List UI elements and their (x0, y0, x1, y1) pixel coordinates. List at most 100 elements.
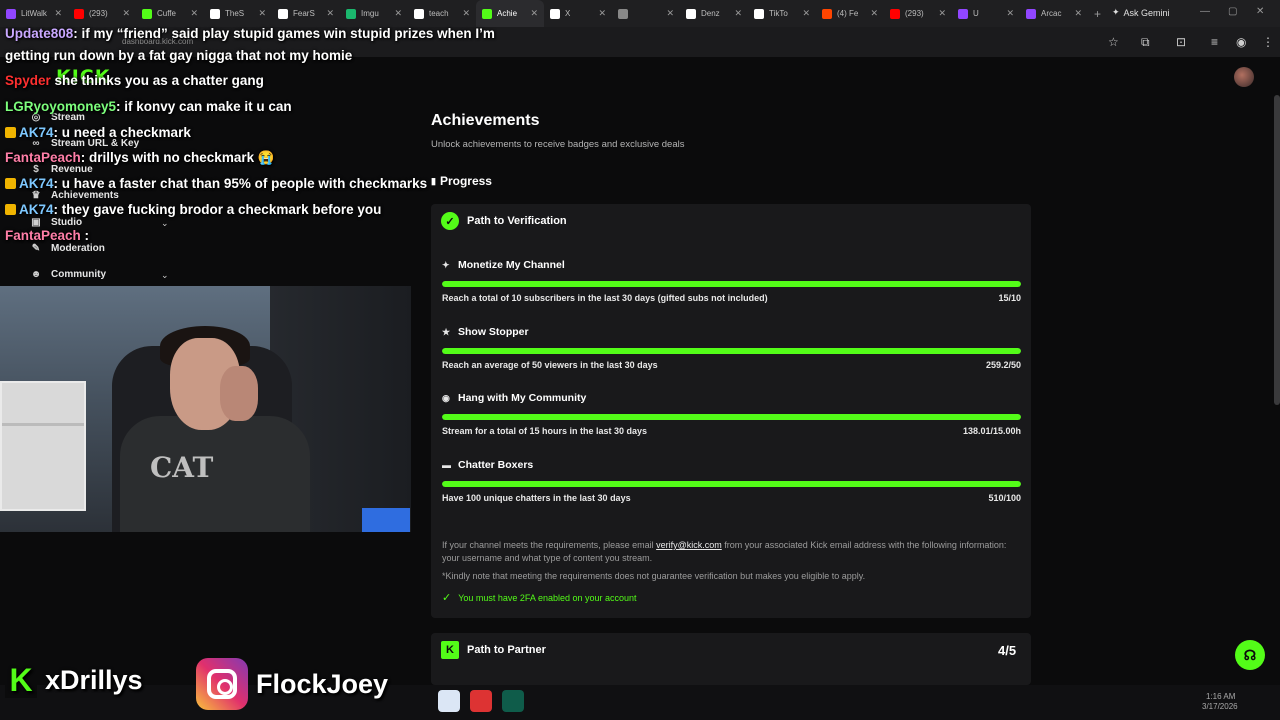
page-scrollbar[interactable] (1274, 95, 1280, 405)
chat-text: : if my “friend” said play stupid games … (73, 26, 495, 41)
browser-menu-icon[interactable]: ⋮ (1262, 35, 1274, 49)
page-subtitle: Unlock achievements to receive badges an… (431, 139, 685, 150)
close-tab-icon[interactable]: ✕ (190, 8, 198, 19)
tab-favicon-icon (74, 8, 84, 19)
close-tab-icon[interactable]: ✕ (122, 8, 130, 19)
browser-tab[interactable]: (293) ✕ (884, 0, 952, 27)
media-icon[interactable]: ≡ (1211, 35, 1218, 49)
obs-app-icon[interactable] (470, 690, 492, 712)
close-tab-icon[interactable]: ✕ (530, 8, 538, 19)
page-title: Achievements (431, 112, 540, 129)
sidebar-item-moderation[interactable]: ✎ Moderation (30, 243, 105, 254)
verification-header[interactable]: ✓ Path to Verification (441, 212, 567, 230)
browser-tab[interactable]: TheS ✕ (204, 0, 272, 27)
browser-tab[interactable]: Achie ✕ (476, 0, 544, 27)
kick-k-icon: K (5, 662, 37, 698)
browser-tab[interactable]: (293) ✕ (68, 0, 136, 27)
browser-tab[interactable]: U ✕ (952, 0, 1020, 27)
verification-instructions: If your channel meets the requirements, … (442, 539, 1022, 565)
tab-favicon-icon (890, 8, 900, 19)
close-tab-icon[interactable]: ✕ (1074, 8, 1082, 19)
minimize-button[interactable]: — (1200, 6, 1210, 17)
partner-header[interactable]: K Path to Partner (441, 641, 546, 659)
browser-tab[interactable]: TikTo ✕ (748, 0, 816, 27)
terminal-app-icon[interactable] (502, 690, 524, 712)
chevron-down-icon[interactable]: ⌄ (161, 270, 169, 281)
chat-message: AK74: u have a faster chat than 95% of p… (5, 176, 427, 191)
chat-username: FantaPeach (5, 150, 81, 165)
chrome-app-icon[interactable] (438, 690, 460, 712)
browser-tab[interactable]: Arcac ✕ (1020, 0, 1088, 27)
browser-tab[interactable]: teach ✕ (408, 0, 476, 27)
blue-object (362, 508, 410, 532)
browser-tab[interactable]: Denz ✕ (680, 0, 748, 27)
close-tab-icon[interactable]: ✕ (734, 8, 742, 19)
chat-text: she thinks you as a chatter gang (50, 73, 264, 88)
chat-text: : u need a checkmark (53, 125, 191, 140)
subscriber-badge-icon (5, 127, 16, 138)
ig-handle-text: FlockJoey (256, 668, 389, 699)
browser-tab[interactable]: Cuffe ✕ (136, 0, 204, 27)
close-tab-icon[interactable]: ✕ (462, 8, 470, 19)
chat-message: Update808: if my “friend” said play stup… (5, 26, 495, 41)
close-tab-icon[interactable]: ✕ (54, 8, 62, 19)
sidebar-item-community[interactable]: ☻ Community (30, 269, 106, 280)
tab-label: X (565, 9, 571, 18)
tab-label: LitWalk (21, 9, 47, 18)
close-tab-icon[interactable]: ✕ (394, 8, 402, 19)
tab-label: U (973, 9, 979, 18)
browser-tab[interactable]: LitWalk ✕ (0, 0, 68, 27)
partner-title: Path to Partner (467, 644, 546, 656)
streamer-body (120, 416, 310, 532)
maximize-button[interactable]: ▢ (1228, 6, 1237, 17)
progress-label: Progress (439, 174, 492, 188)
close-tab-icon[interactable]: ✕ (666, 8, 674, 19)
browser-tab[interactable]: FearS ✕ (272, 0, 340, 27)
progress-heading: ▮ Progress (431, 174, 492, 188)
close-tab-icon[interactable]: ✕ (1006, 8, 1014, 19)
ask-gemini-button[interactable]: ✦ Ask Gemini (1112, 7, 1170, 18)
sidebar-item-achievements[interactable]: ♛ Achievements (30, 190, 119, 201)
cast-icon[interactable]: ⊡ (1176, 35, 1186, 49)
chart-icon: ▮ (431, 175, 436, 186)
browser-tab[interactable]: (4) Fe ✕ (816, 0, 884, 27)
browser-tab[interactable]: X ✕ (544, 0, 612, 27)
close-tab-icon[interactable]: ✕ (258, 8, 266, 19)
support-chat-button[interactable]: ☊ (1235, 640, 1265, 670)
close-tab-icon[interactable]: ✕ (938, 8, 946, 19)
close-tab-icon[interactable]: ✕ (870, 8, 878, 19)
chat-message: Spyder she thinks you as a chatter gang (5, 73, 264, 88)
new-tab-button[interactable]: + (1094, 7, 1101, 21)
close-tab-icon[interactable]: ✕ (802, 8, 810, 19)
close-tab-icon[interactable]: ✕ (326, 8, 334, 19)
requirement-title: ◉ Hang with My Community (442, 392, 1021, 404)
clock-date: 3/17/2026 (1202, 702, 1238, 711)
extensions-icon[interactable]: ⧉ (1141, 35, 1150, 50)
progress-bar-fill (442, 481, 1021, 487)
chat-message: AK74: they gave fucking brodor a checkma… (5, 202, 381, 217)
partner-progress-count: 4/5 (998, 643, 1017, 658)
close-tab-icon[interactable]: ✕ (598, 8, 606, 19)
progress-bar (442, 481, 1021, 487)
sidebar-item-studio[interactable]: ▣ Studio (30, 217, 82, 228)
close-window-button[interactable]: ✕ (1256, 6, 1264, 17)
chevron-down-icon[interactable]: ⌄ (161, 218, 169, 229)
browser-tab[interactable]: Imgu ✕ (340, 0, 408, 27)
user-avatar[interactable] (1234, 67, 1254, 87)
requirement-value: 138.01/15.00h (962, 426, 1021, 436)
studio-icon: ▣ (31, 217, 41, 228)
sidebar-item-label: Studio (51, 217, 83, 228)
profile-avatar-icon[interactable]: ◉ (1236, 35, 1246, 49)
requirement-title: ▬ Chatter Boxers (442, 459, 1021, 471)
verification-disclaimer: *Kindly note that meeting the requiremen… (442, 571, 866, 581)
progress-bar-fill (442, 414, 1021, 420)
broadcast-icon: ◉ (442, 392, 450, 403)
shelf (0, 381, 86, 511)
chat-message: FantaPeach : (5, 228, 89, 243)
check-icon: ✓ (442, 592, 452, 604)
twofa-requirement: ✓ You must have 2FA enabled on your accou… (442, 591, 637, 604)
ask-gemini-label: Ask Gemini (1123, 7, 1170, 18)
bookmark-star-icon[interactable]: ☆ (1108, 35, 1119, 49)
browser-tab[interactable]: ✕ (612, 0, 680, 27)
verify-email-link[interactable]: verify@kick.com (656, 540, 722, 550)
